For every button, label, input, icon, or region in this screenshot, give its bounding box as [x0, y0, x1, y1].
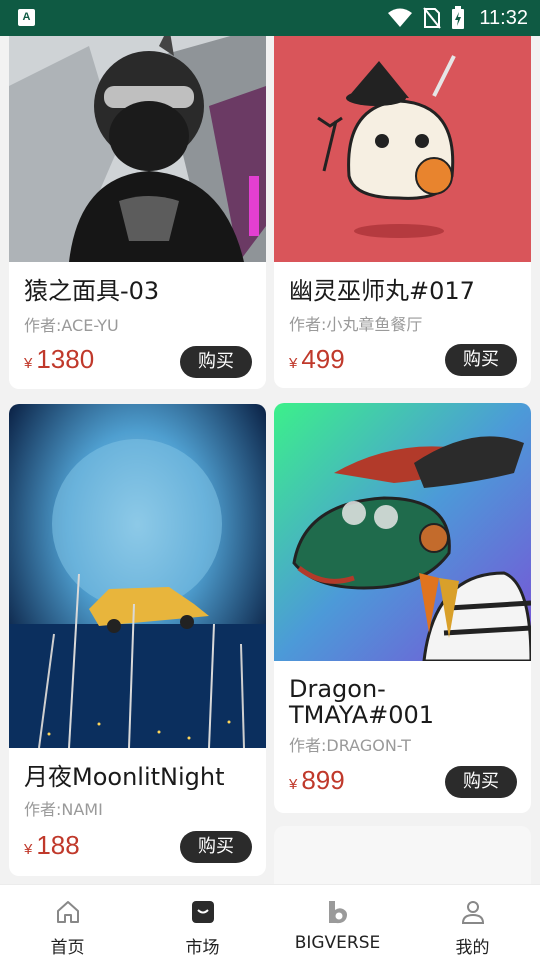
buy-button[interactable]: 购买 [445, 344, 517, 376]
card-title: 月夜MoonlitNight [24, 763, 225, 791]
status-icons: 11:32 [387, 0, 528, 36]
home-icon [53, 897, 83, 927]
price-value: 1380 [36, 344, 95, 374]
nft-card[interactable]: Dragon-TMAYA#001 作者:DRAGON-T ¥899 购买 [274, 403, 531, 813]
market-feed[interactable]: 猿之面具-03 作者:ACE-YU ¥1380 购买 月夜MoonlitNigh… [0, 36, 540, 884]
buy-button[interactable]: 购买 [180, 831, 252, 863]
currency-symbol: ¥ [24, 841, 33, 858]
nav-item-mine[interactable]: 我的 [405, 885, 540, 960]
artwork-image-dragon[interactable] [274, 403, 531, 661]
card-price: ¥1380 [24, 344, 94, 375]
artwork-image-moonlit-night[interactable] [9, 404, 266, 748]
currency-symbol: ¥ [289, 776, 298, 793]
price-value: 188 [36, 830, 80, 860]
card-title: 幽灵巫师丸#017 [289, 277, 475, 305]
price-value: 899 [301, 765, 345, 795]
artwork-image-ghost-wizard[interactable] [274, 36, 531, 262]
app-notification-icon: A [18, 9, 35, 26]
artwork-image-mask[interactable] [9, 36, 266, 262]
nav-label: 市场 [185, 938, 220, 958]
card-author: 作者:NAMI [24, 800, 103, 819]
nav-item-bigverse[interactable]: BIGVERSE [270, 885, 405, 960]
wifi-icon [388, 8, 413, 27]
buy-button[interactable]: 购买 [180, 346, 252, 378]
status-bar: A 11:32 [0, 0, 540, 36]
currency-symbol: ¥ [24, 355, 33, 372]
bottom-nav: 首页 市场 BIGVERSE 我的 [0, 884, 540, 960]
card-price: ¥188 [24, 830, 80, 861]
nav-label: 我的 [455, 938, 490, 958]
profile-icon [458, 897, 488, 927]
nav-label: BIGVERSE [294, 933, 381, 953]
nft-card[interactable]: 月夜MoonlitNight 作者:NAMI ¥188 购买 [9, 404, 266, 876]
card-author: 作者:小丸章鱼餐厅 [289, 315, 423, 334]
card-title: Dragon-TMAYA#001 [289, 675, 435, 729]
currency-symbol: ¥ [289, 355, 298, 372]
card-author: 作者:ACE-YU [24, 316, 119, 335]
market-bag-icon [188, 897, 218, 927]
battery-charging-icon [452, 6, 465, 29]
nav-label: 首页 [50, 938, 85, 958]
buy-button[interactable]: 购买 [445, 766, 517, 798]
bigverse-logo-icon [323, 897, 353, 927]
nft-card-placeholder[interactable] [274, 826, 531, 884]
card-price: ¥899 [289, 765, 345, 796]
clock: 11:32 [479, 6, 528, 29]
nft-card[interactable]: 猿之面具-03 作者:ACE-YU ¥1380 购买 [9, 36, 266, 389]
nav-item-market[interactable]: 市场 [135, 885, 270, 960]
nft-card[interactable]: 幽灵巫师丸#017 作者:小丸章鱼餐厅 ¥499 购买 [274, 36, 531, 388]
card-price: ¥499 [289, 344, 345, 375]
card-title: 猿之面具-03 [24, 277, 160, 305]
card-author: 作者:DRAGON-T [289, 736, 411, 755]
price-value: 499 [301, 344, 345, 374]
nav-item-home[interactable]: 首页 [0, 885, 135, 960]
no-sim-icon [423, 7, 442, 29]
